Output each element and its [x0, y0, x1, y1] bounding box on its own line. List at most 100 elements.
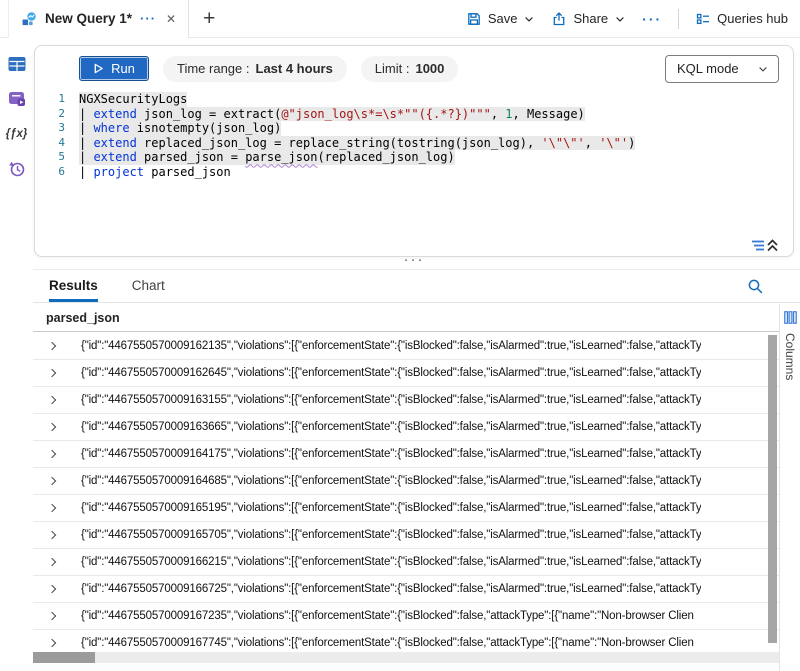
- line-number: 3: [35, 121, 65, 136]
- queries-hub-button[interactable]: Queries hub: [695, 11, 788, 27]
- row-json-value: {"id":"4467550570009167235","violations"…: [81, 610, 694, 622]
- save-icon: [466, 11, 482, 27]
- row-json-value: {"id":"4467550570009163665","violations"…: [81, 421, 701, 433]
- line-number: 2: [35, 107, 65, 122]
- expand-row-icon[interactable]: [48, 477, 56, 485]
- saved-scripts-icon[interactable]: [7, 89, 27, 109]
- expand-row-icon[interactable]: [48, 369, 56, 377]
- query-toolbar: Run Time range : Last 4 hours Limit : 10…: [35, 46, 793, 84]
- results-tabs: Results Chart: [33, 270, 800, 303]
- share-button[interactable]: Share: [551, 11, 626, 27]
- code-editor[interactable]: 1 NGXSecurityLogs2| extend json_log = ext…: [35, 92, 793, 180]
- limit-picker[interactable]: Limit : 1000: [361, 56, 459, 82]
- results-panel: Results Chart parsed_json {"id":"4467550…: [33, 269, 800, 671]
- table-row[interactable]: {"id":"4467550570009167235","violations"…: [33, 603, 779, 630]
- query-mode-select[interactable]: KQL mode: [665, 55, 779, 83]
- expand-row-icon[interactable]: [48, 504, 56, 512]
- code-line[interactable]: 5 | extend parsed_json = parse_json(repla…: [35, 150, 793, 165]
- code-line[interactable]: 1 NGXSecurityLogs: [35, 92, 793, 107]
- expand-row-icon[interactable]: [48, 558, 56, 566]
- more-actions-button[interactable]: ···: [642, 11, 662, 27]
- code-text: | extend parsed_json = parse_json(replac…: [79, 150, 455, 165]
- line-number: 1: [35, 92, 65, 107]
- table-row[interactable]: {"id":"4467550570009162645","violations"…: [33, 360, 779, 387]
- functions-icon[interactable]: {ƒx}: [7, 124, 27, 144]
- run-button[interactable]: Run: [79, 56, 149, 81]
- time-range-picker[interactable]: Time range : Last 4 hours: [163, 56, 347, 82]
- row-json-value: {"id":"4467550570009166215","violations"…: [81, 556, 701, 568]
- code-text: | project parsed_json: [79, 165, 231, 180]
- columns-icon: [784, 311, 797, 324]
- tab-title: New Query 1*: [45, 11, 132, 26]
- row-json-value: {"id":"4467550570009163155","violations"…: [81, 394, 701, 406]
- code-line[interactable]: 2| extend json_log = extract(@"json_log\…: [35, 107, 793, 122]
- chevron-down-icon: [614, 13, 626, 25]
- horizontal-scrollbar-thumb[interactable]: [33, 652, 95, 663]
- horizontal-scrollbar[interactable]: [33, 652, 779, 663]
- code-line[interactable]: 3 | where isnotempty(json_log): [35, 121, 793, 136]
- table-row[interactable]: {"id":"4467550570009167745","violations"…: [33, 630, 779, 652]
- tab-chart[interactable]: Chart: [132, 278, 165, 302]
- expand-row-icon[interactable]: [48, 531, 56, 539]
- play-icon: [93, 63, 104, 74]
- code-text: NGXSecurityLogs: [79, 92, 187, 107]
- code-text: | extend replaced_json_log = replace_str…: [79, 136, 635, 151]
- expand-row-icon[interactable]: [48, 585, 56, 593]
- tab-results[interactable]: Results: [49, 278, 98, 302]
- table-row[interactable]: {"id":"4467550570009163665","violations"…: [33, 414, 779, 441]
- panel-resize-handle[interactable]: ···: [34, 256, 794, 268]
- table-row[interactable]: {"id":"4467550570009165705","violations"…: [33, 522, 779, 549]
- code-line[interactable]: 6 | project parsed_json: [35, 165, 793, 180]
- new-tab-button[interactable]: +: [203, 8, 215, 29]
- queries-hub-label: Queries hub: [717, 11, 788, 26]
- limit-value: 1000: [415, 61, 444, 76]
- expand-row-icon[interactable]: [48, 342, 56, 350]
- expand-row-icon[interactable]: [48, 639, 56, 647]
- share-label: Share: [573, 11, 608, 26]
- chevron-down-icon: [757, 63, 769, 75]
- table-row[interactable]: {"id":"4467550570009163155","violations"…: [33, 387, 779, 414]
- adx-app-icon: [21, 11, 37, 27]
- line-number: 4: [35, 136, 65, 151]
- query-history-icon[interactable]: [7, 159, 27, 179]
- row-json-value: {"id":"4467550570009164175","violations"…: [81, 448, 701, 460]
- table-row[interactable]: {"id":"4467550570009164685","violations"…: [33, 468, 779, 495]
- tab-close-icon[interactable]: ✕: [164, 12, 178, 26]
- search-icon[interactable]: [747, 278, 764, 295]
- row-json-value: {"id":"4467550570009165195","violations"…: [81, 502, 701, 514]
- expand-row-icon[interactable]: [48, 612, 56, 620]
- columns-panel-label: Columns: [783, 333, 797, 380]
- collapse-editor-icon[interactable]: [751, 238, 781, 253]
- code-text: | where isnotempty(json_log): [79, 121, 281, 136]
- vertical-scrollbar[interactable]: [768, 333, 777, 651]
- column-header-parsed-json[interactable]: parsed_json: [33, 304, 779, 332]
- expand-row-icon[interactable]: [48, 450, 56, 458]
- query-tab[interactable]: New Query 1* ··· ✕: [8, 0, 189, 38]
- vertical-scrollbar-thumb[interactable]: [768, 335, 777, 643]
- expand-row-icon[interactable]: [48, 396, 56, 404]
- connections-table-icon[interactable]: [7, 54, 27, 74]
- table-row[interactable]: {"id":"4467550570009164175","violations"…: [33, 441, 779, 468]
- row-json-value: {"id":"4467550570009166725","violations"…: [81, 583, 701, 595]
- code-line[interactable]: 4 | extend replaced_json_log = replace_st…: [35, 136, 793, 151]
- tab-more-icon[interactable]: ···: [140, 11, 156, 26]
- columns-panel-toggle[interactable]: Columns: [779, 304, 800, 671]
- results-grid: {"id":"4467550570009162135","violations"…: [33, 333, 779, 652]
- expand-row-icon[interactable]: [48, 423, 56, 431]
- run-label: Run: [111, 61, 135, 76]
- table-row[interactable]: {"id":"4467550570009162135","violations"…: [33, 333, 779, 360]
- line-number: 5: [35, 150, 65, 165]
- table-row[interactable]: {"id":"4467550570009165195","violations"…: [33, 495, 779, 522]
- line-number: 6: [35, 165, 65, 180]
- time-range-value: Last 4 hours: [256, 61, 333, 76]
- table-row[interactable]: {"id":"4467550570009166215","violations"…: [33, 549, 779, 576]
- table-row[interactable]: {"id":"4467550570009166725","violations"…: [33, 576, 779, 603]
- save-label: Save: [488, 11, 518, 26]
- divider: [678, 9, 679, 29]
- chevron-down-icon: [523, 13, 535, 25]
- row-json-value: {"id":"4467550570009162135","violations"…: [81, 340, 701, 352]
- queries-hub-icon: [695, 11, 711, 27]
- row-json-value: {"id":"4467550570009167745","violations"…: [81, 637, 694, 649]
- query-mode-value: KQL mode: [677, 61, 739, 76]
- save-button[interactable]: Save: [466, 11, 536, 27]
